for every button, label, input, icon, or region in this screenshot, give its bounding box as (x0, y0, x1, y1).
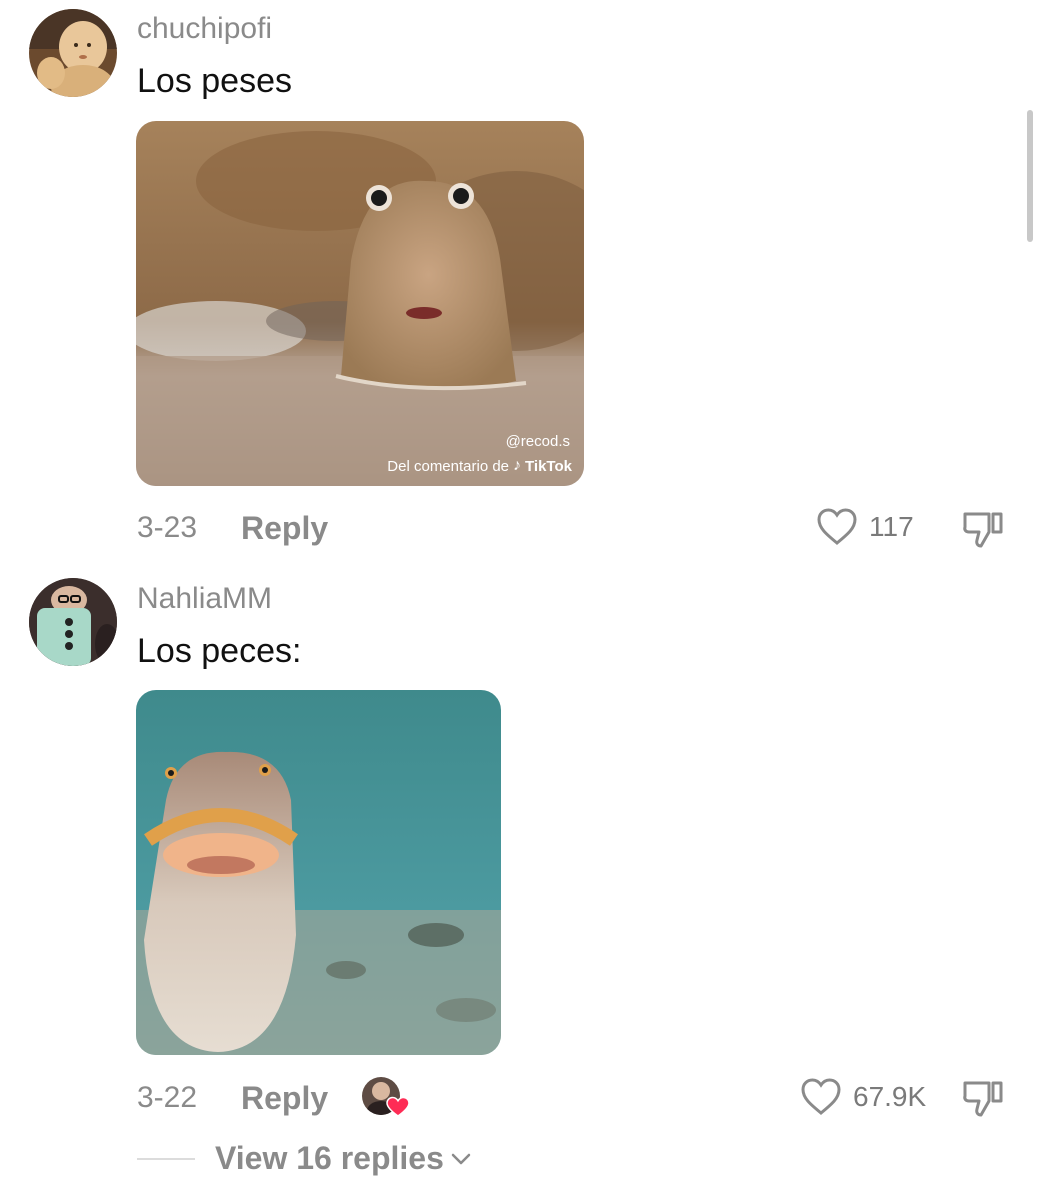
comment-username[interactable]: chuchipofi (137, 12, 272, 46)
avatar[interactable] (29, 578, 117, 666)
like-count: 117 (869, 511, 914, 542)
comment-media[interactable] (136, 690, 501, 1055)
watermark-caption: Del comentario de ♪ TikTok (387, 457, 572, 475)
comment-media[interactable]: @recod.s Del comentario de ♪ TikTok (136, 121, 584, 486)
heart-outline-icon (816, 507, 858, 547)
comment-date: 3-23 (137, 511, 198, 544)
comment-text: Los peces: (137, 632, 302, 670)
creator-liked-badge (362, 1077, 410, 1121)
like-count: 67.9K (853, 1081, 927, 1112)
thumbs-down-icon (963, 512, 1003, 548)
view-replies-label: View 16 replies (215, 1140, 444, 1176)
like-button[interactable]: 67.9K (800, 1077, 926, 1117)
tiktok-logo-icon: ♪ (513, 457, 522, 474)
comment-text: Los peses (137, 62, 292, 100)
reply-button[interactable]: Reply (241, 1080, 328, 1117)
comment-date: 3-22 (137, 1081, 198, 1114)
replies-divider (137, 1158, 195, 1160)
like-button[interactable]: 117 (816, 507, 914, 547)
heart-badge-icon (386, 1096, 410, 1117)
dislike-button[interactable] (961, 508, 1005, 550)
dislike-button[interactable] (961, 1077, 1005, 1119)
heart-outline-icon (800, 1077, 842, 1117)
avatar[interactable] (29, 9, 117, 97)
reply-button[interactable]: Reply (241, 510, 328, 547)
watermark-brand: TikTok (525, 457, 572, 475)
watermark-caption-text: Del comentario de (387, 457, 510, 475)
thumbs-down-icon (963, 1081, 1003, 1117)
comment-username[interactable]: NahliaMM (137, 582, 272, 616)
view-replies-button[interactable]: View 16 replies (215, 1140, 472, 1177)
watermark-handle: @recod.s (505, 433, 570, 450)
chevron-down-icon (451, 1153, 471, 1164)
scrollbar[interactable] (1027, 110, 1033, 242)
